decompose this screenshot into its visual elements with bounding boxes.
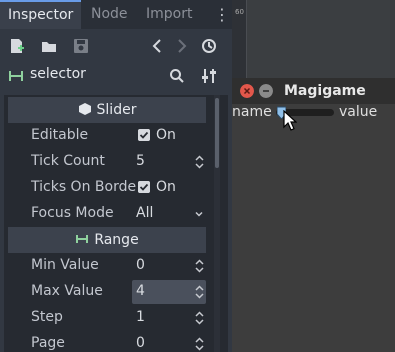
property-row-ticks-on-borders: Ticks On Borde On [8, 175, 206, 201]
property-label: Max Value [31, 283, 103, 299]
search-icon[interactable] [169, 68, 185, 84]
node-path-bar: selector [0, 62, 232, 90]
tool-settings-icon[interactable] [201, 68, 217, 84]
spinbox-value[interactable]: 4 [136, 283, 145, 299]
editable-checkbox[interactable]: On [132, 124, 206, 148]
inspector-toolbar [0, 31, 232, 61]
spin-arrows-icon[interactable] [195, 259, 204, 273]
spin-arrows-icon[interactable] [195, 155, 204, 169]
spin-arrows-icon[interactable] [195, 337, 204, 351]
dropdown-value[interactable]: All [136, 205, 153, 221]
properties-scroll-thumb[interactable] [215, 98, 219, 168]
property-row-tick-count: Tick Count 5 [8, 149, 206, 175]
spinbox-value[interactable]: 0 [136, 335, 145, 351]
value-label: value [339, 104, 378, 120]
slider-class-icon [78, 103, 91, 115]
minimize-icon[interactable] [259, 84, 273, 98]
property-label: Page [31, 335, 65, 351]
open-folder-icon[interactable] [40, 37, 58, 55]
node-name[interactable]: selector [30, 66, 86, 82]
property-label: Ticks On Borde [31, 179, 137, 195]
tab-inspector[interactable]: Inspector [0, 0, 82, 29]
property-row-focus-mode: Focus Mode All [8, 201, 206, 227]
spinbox-value[interactable]: 1 [136, 309, 145, 325]
property-row-page: Page 0 [8, 331, 206, 352]
tab-menu-icon[interactable]: ⋮ [214, 0, 230, 29]
history-back-icon[interactable] [149, 37, 167, 55]
section-slider-title: Slider [96, 102, 137, 118]
property-label: Min Value [31, 257, 99, 273]
checkbox-checked-icon[interactable] [138, 181, 150, 193]
property-row-step: Step 1 [8, 305, 206, 331]
tab-import[interactable]: Import [138, 0, 200, 29]
section-slider-header[interactable]: Slider [8, 97, 206, 123]
max-value-spinbox[interactable]: 4 [132, 280, 206, 304]
node-type-icon [9, 71, 23, 81]
checkbox-label: On [156, 179, 176, 195]
property-row-max-value: Max Value 4 [8, 279, 206, 305]
property-label: Tick Count [31, 153, 105, 169]
section-range-title: Range [94, 232, 139, 248]
property-label: Focus Mode [31, 205, 114, 221]
history-forward-icon[interactable] [172, 37, 190, 55]
name-label: name [232, 104, 272, 120]
mouse-cursor-icon [283, 110, 297, 131]
spin-arrows-icon[interactable] [195, 285, 204, 299]
property-label: Step [31, 309, 63, 325]
spinbox-value[interactable]: 5 [136, 153, 145, 169]
property-label: Editable [31, 127, 89, 143]
checkbox-label: On [156, 127, 176, 143]
section-range-header[interactable]: Range [8, 227, 206, 253]
property-row-editable: Editable On [8, 123, 206, 149]
tick-count-spinbox[interactable]: 5 [132, 150, 206, 174]
tab-node[interactable]: Node [83, 0, 136, 29]
range-class-icon [76, 235, 89, 243]
close-icon[interactable] [240, 84, 254, 98]
checkbox-checked-icon[interactable] [138, 129, 150, 141]
dock-tab-bar: Inspector Node Import ⋮ [0, 0, 232, 29]
ruler-label: 60 [235, 8, 244, 16]
editor-root: Inspector Node Import ⋮ selector Slider … [0, 0, 395, 352]
chevron-down-icon[interactable] [195, 210, 203, 218]
page-spinbox[interactable]: 0 [132, 332, 206, 352]
spin-arrows-icon[interactable] [195, 311, 204, 325]
focus-mode-dropdown[interactable]: All [132, 202, 206, 226]
min-value-spinbox[interactable]: 0 [132, 254, 206, 278]
ticks-on-borders-checkbox[interactable]: On [132, 176, 206, 200]
step-spinbox[interactable]: 1 [132, 306, 206, 330]
game-window-title: Magigame [284, 83, 366, 99]
history-icon[interactable] [200, 37, 218, 55]
new-resource-icon[interactable] [8, 37, 26, 55]
save-icon[interactable] [72, 37, 90, 55]
property-row-min-value: Min Value 0 [8, 253, 206, 279]
spinbox-value[interactable]: 0 [136, 257, 145, 273]
